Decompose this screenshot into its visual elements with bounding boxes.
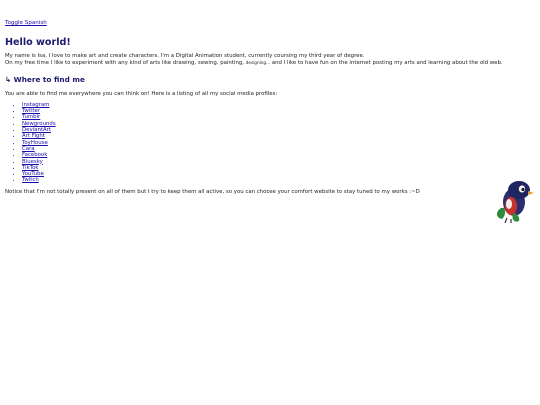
social-link-tiktok[interactable]: TikTok — [22, 165, 39, 171]
find-description: You are able to find me everywhere you c… — [5, 90, 278, 97]
social-link-deviantart[interactable]: DeviantArt — [22, 127, 51, 133]
social-link-twitch[interactable]: Twitch — [22, 177, 39, 183]
intro-line-2-start: On my free time I like to experiment wit… — [5, 59, 244, 66]
social-link-newgrounds[interactable]: Newgrounds — [22, 121, 56, 127]
social-link-twitter[interactable]: Twitter — [22, 108, 40, 114]
notice-text: Notice that I'm not totally present on a… — [5, 188, 420, 195]
social-link-art-fight[interactable]: Art Fight — [22, 133, 45, 139]
social-link-toyhouse[interactable]: ToyHouse — [22, 140, 48, 146]
toggle-spanish-link[interactable]: Toggle Spanish — [5, 20, 47, 26]
page-content: Toggle Spanish Hello world! My name is I… — [5, 9, 530, 195]
creature-mascot-icon — [496, 181, 534, 224]
intro-line-2-small: designing... — [245, 59, 271, 65]
intro-line-2-end: and I like to have fun on the internet p… — [271, 59, 503, 66]
where-to-find-heading: ↳ Where to find me — [5, 75, 85, 85]
social-link-cara[interactable]: Cara — [22, 146, 35, 152]
intro-line-1: My name is Isa, I love to make art and c… — [5, 52, 365, 59]
social-link-instagram[interactable]: Instagram — [22, 102, 49, 108]
social-link-bluesky[interactable]: Bluesky — [22, 159, 43, 165]
social-links-list: Instagram Twitter Tumblr Newgrounds Devi… — [5, 102, 530, 184]
social-link-tumblr[interactable]: Tumblr — [22, 114, 40, 120]
social-link-youtube[interactable]: YouTube — [22, 171, 44, 177]
social-link-facebook[interactable]: Facebook — [22, 152, 47, 158]
list-item: Twitch — [22, 177, 530, 183]
page-title: Hello world! — [5, 37, 71, 48]
intro-paragraph: My name is Isa, I love to make art and c… — [5, 53, 530, 68]
